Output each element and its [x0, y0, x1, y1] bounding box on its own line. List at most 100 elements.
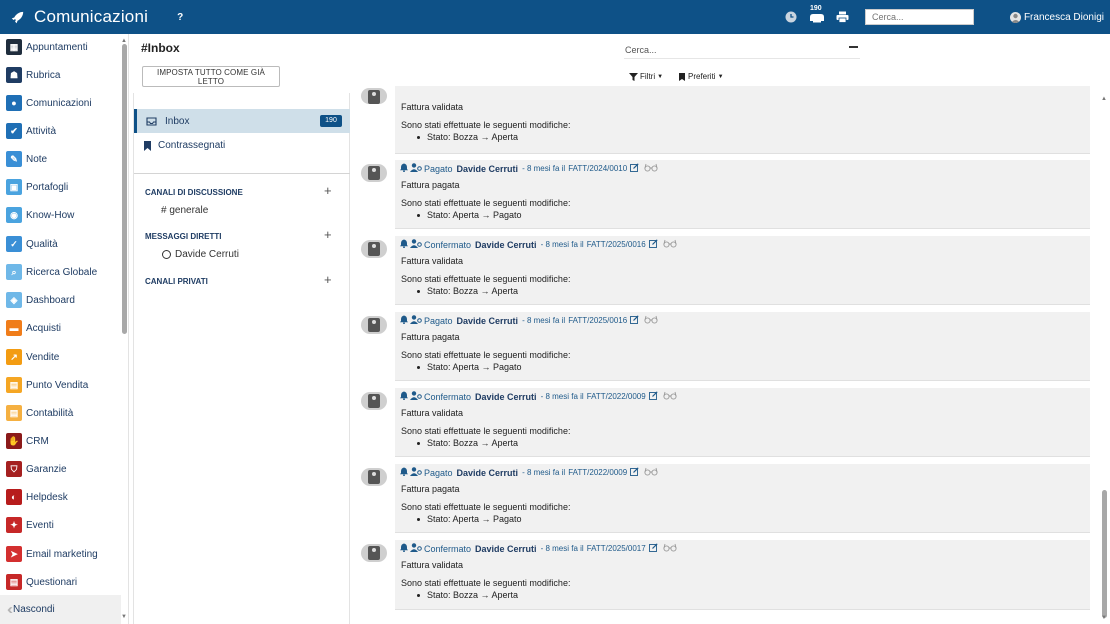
- message-author[interactable]: Davide Cerruti: [457, 468, 519, 478]
- hide-sidebar-label: Nascondi: [13, 604, 55, 615]
- collapse-icon[interactable]: [849, 46, 858, 48]
- message-document-link[interactable]: FATT/2025/0016: [587, 240, 646, 249]
- edit-icon[interactable]: [630, 467, 639, 478]
- sidebar-item-note[interactable]: ✎ Note: [6, 150, 47, 168]
- feed-scroll-up-icon[interactable]: ▲: [1101, 96, 1107, 102]
- bell-icon[interactable]: [400, 543, 408, 554]
- author-avatar[interactable]: [361, 164, 387, 182]
- sidebar-item-know-how[interactable]: ◉ Know-How: [6, 206, 74, 224]
- edit-icon[interactable]: [630, 163, 639, 174]
- sidebar-item-label: CRM: [26, 435, 49, 447]
- sidebar-item-acquisti[interactable]: ▬ Acquisti: [6, 319, 61, 337]
- sidebar-item-qualit-[interactable]: ✓ Qualità: [6, 235, 58, 253]
- message-changes-intro: Sono stati effettuate le seguenti modifi…: [401, 198, 571, 208]
- sidebar-item-crm[interactable]: ✋ CRM: [6, 432, 49, 450]
- sidebar-item-questionari[interactable]: ▤ Questionari: [6, 573, 77, 591]
- add-direct-message-button[interactable]: +: [324, 227, 332, 242]
- message-summary: Fattura validata: [401, 256, 464, 266]
- users-icon[interactable]: [410, 315, 422, 326]
- hide-sidebar-button[interactable]: ‹‹ Nascondi: [0, 595, 121, 624]
- bell-icon[interactable]: [400, 163, 408, 174]
- author-avatar[interactable]: [361, 88, 387, 104]
- sidebar-item-label: Punto Vendita: [26, 379, 89, 391]
- author-avatar[interactable]: [361, 316, 387, 334]
- message-author[interactable]: Davide Cerruti: [475, 240, 537, 250]
- sidebar-item-label: Contabilità: [26, 407, 74, 419]
- edit-icon[interactable]: [648, 239, 658, 250]
- sidebar-item-comunicazioni[interactable]: ● Comunicazioni: [6, 94, 92, 112]
- bell-icon[interactable]: [400, 391, 408, 402]
- channel-item-generale[interactable]: # generale: [161, 205, 208, 216]
- feed-search-input[interactable]: Cerca...: [625, 45, 657, 55]
- glasses-icon[interactable]: [644, 315, 658, 326]
- message-document-link[interactable]: FATT/2022/0009: [568, 468, 627, 477]
- message-document-link[interactable]: FATT/2025/0017: [587, 544, 646, 553]
- sidebar-scroll-down-icon[interactable]: ▼: [121, 614, 127, 620]
- sidebar: ▲ ▼ ▦ Appuntamenti ☗ Rubrica ● Comunicazioni ✔…: [0, 34, 129, 624]
- favorites-dropdown[interactable]: Preferiti ▼: [679, 72, 724, 81]
- help-button[interactable]: ?: [177, 12, 183, 23]
- sidebar-item-contabilit-[interactable]: ▤ Contabilità: [6, 404, 73, 422]
- message-author[interactable]: Davide Cerruti: [457, 316, 519, 326]
- message-author[interactable]: Davide Cerruti: [457, 164, 519, 174]
- sidebar-item-portafogli[interactable]: ▣ Portafogli: [6, 178, 68, 196]
- channel-item-inbox[interactable]: Inbox 190: [134, 109, 350, 133]
- clock-icon[interactable]: [785, 11, 797, 23]
- author-avatar[interactable]: [361, 544, 387, 562]
- print-icon[interactable]: [836, 11, 849, 23]
- dm-item-davide-cerruti[interactable]: Davide Cerruti: [161, 249, 239, 260]
- glasses-icon[interactable]: [663, 239, 677, 250]
- user-menu[interactable]: Francesca Dionigi: [1009, 11, 1104, 23]
- message-author[interactable]: Davide Cerruti: [475, 392, 537, 402]
- edit-icon[interactable]: [630, 315, 639, 326]
- glasses-icon[interactable]: [663, 391, 677, 402]
- sidebar-item-rubrica[interactable]: ☗ Rubrica: [6, 66, 60, 84]
- sidebar-item-appuntamenti[interactable]: ▦ Appuntamenti: [6, 38, 88, 56]
- users-icon[interactable]: [410, 239, 422, 250]
- users-icon[interactable]: [410, 391, 422, 402]
- sidebar-item-helpdesk[interactable]: ◐ Helpdesk: [6, 488, 68, 506]
- sidebar-item-dashboard[interactable]: ◈ Dashboard: [6, 291, 75, 309]
- feed-scrollbar[interactable]: [1102, 490, 1107, 618]
- add-discussion-channel-button[interactable]: +: [324, 183, 332, 198]
- feed-scroll-down-icon[interactable]: ▼: [1101, 615, 1107, 621]
- glasses-icon[interactable]: [663, 543, 677, 554]
- glasses-icon[interactable]: [644, 163, 658, 174]
- edit-icon[interactable]: [648, 543, 658, 554]
- sidebar-item-label: Eventi: [26, 519, 54, 531]
- users-icon[interactable]: [410, 467, 422, 478]
- edit-icon[interactable]: [648, 391, 658, 402]
- sidebar-item-punto-vendita[interactable]: ▤ Punto Vendita: [6, 376, 88, 394]
- section-title-private-channels: CANALI PRIVATI: [145, 277, 208, 286]
- mark-all-read-button[interactable]: IMPOSTA TUTTO COME GIÀ LETTO: [142, 66, 280, 87]
- rocket-icon[interactable]: [8, 8, 26, 26]
- survey-icon: ▤: [6, 574, 22, 590]
- bell-icon[interactable]: [400, 315, 408, 326]
- sidebar-item-attivit-[interactable]: ✔ Attività: [6, 122, 56, 140]
- message-document-link[interactable]: FATT/2022/0009: [587, 392, 646, 401]
- sidebar-item-eventi[interactable]: ✦ Eventi: [6, 516, 54, 534]
- sidebar-item-garanzie[interactable]: ⛉ Garanzie: [6, 460, 67, 478]
- glasses-icon[interactable]: [644, 467, 658, 478]
- users-icon[interactable]: [410, 543, 422, 554]
- sidebar-item-vendite[interactable]: ↗ Vendite: [6, 348, 59, 366]
- bell-icon[interactable]: [400, 467, 408, 478]
- channel-item-starred[interactable]: Contrassegnati: [144, 140, 225, 151]
- notifications-icon[interactable]: 190: [809, 5, 825, 23]
- sidebar-item-label: Vendite: [26, 351, 60, 363]
- author-avatar[interactable]: [361, 392, 387, 410]
- message-author[interactable]: Davide Cerruti: [475, 544, 537, 554]
- author-avatar[interactable]: [361, 240, 387, 258]
- message-document-link[interactable]: FATT/2024/0010: [568, 164, 627, 173]
- global-search-input[interactable]: [864, 9, 974, 25]
- sidebar-scrollbar[interactable]: [122, 44, 127, 334]
- users-icon[interactable]: [410, 163, 422, 174]
- inbox-icon: [146, 116, 157, 126]
- author-avatar[interactable]: [361, 468, 387, 486]
- add-private-channel-button[interactable]: +: [324, 272, 332, 287]
- bell-icon[interactable]: [400, 239, 408, 250]
- sidebar-item-email-marketing[interactable]: ➤ Email marketing: [6, 545, 98, 563]
- sidebar-item-ricerca-globale[interactable]: ⌕ Ricerca Globale: [6, 263, 97, 281]
- filters-dropdown[interactable]: Filtri ▼: [629, 72, 663, 81]
- message-document-link[interactable]: FATT/2025/0016: [568, 316, 627, 325]
